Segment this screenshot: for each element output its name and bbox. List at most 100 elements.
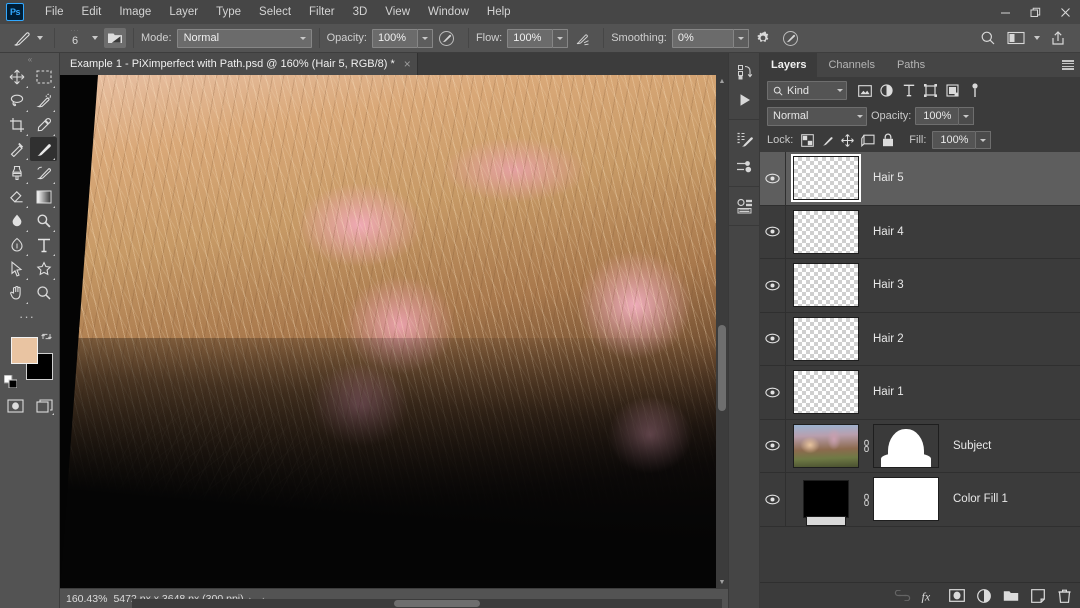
brush-tool[interactable] <box>30 137 57 161</box>
new-layer-icon[interactable] <box>1028 586 1047 605</box>
screen-mode-icon[interactable] <box>32 396 56 416</box>
layer-mask-thumbnail[interactable] <box>873 423 939 468</box>
layer-opacity-chevron-down-icon[interactable] <box>959 107 975 125</box>
blur-tool[interactable] <box>3 209 30 233</box>
workspace-switcher-icon[interactable] <box>1005 27 1027 49</box>
edit-toolbar-more-icon[interactable]: ··· <box>0 305 54 327</box>
minimize-button[interactable] <box>990 0 1020 24</box>
actions-play-icon[interactable] <box>729 86 761 114</box>
layer-thumbnail[interactable] <box>793 263 859 308</box>
layer-thumbnail-cell[interactable] <box>786 477 939 527</box>
layer-fill-input[interactable]: 100% <box>932 131 977 149</box>
gradient-tool[interactable] <box>30 185 57 209</box>
zoom-level[interactable]: 160.43% <box>60 593 107 605</box>
canvas-horizontal-scrollbar[interactable] <box>132 599 722 608</box>
blend-mode-select[interactable]: Normal <box>176 28 312 48</box>
menu-select[interactable]: Select <box>250 1 300 23</box>
layer-thumbnail-cell[interactable] <box>786 370 859 415</box>
brush-settings-icon[interactable] <box>729 125 761 153</box>
move-tool[interactable] <box>3 65 30 89</box>
swap-colors-icon[interactable] <box>41 331 52 342</box>
layer-visibility-toggle[interactable] <box>760 472 786 526</box>
opacity-input[interactable]: 100% <box>371 28 418 48</box>
brush-size-field[interactable]: ··· 6 <box>62 27 88 49</box>
new-adjustment-layer-icon[interactable] <box>974 586 993 605</box>
layer-name[interactable]: Hair 2 <box>859 333 1080 345</box>
pressure-controls-size-icon[interactable] <box>780 27 802 49</box>
layer-visibility-toggle[interactable] <box>760 152 786 205</box>
quick-selection-tool[interactable] <box>30 89 57 113</box>
table-row[interactable]: Subject <box>760 419 1080 473</box>
opacity-control[interactable]: 100% <box>371 28 433 48</box>
layer-visibility-toggle[interactable] <box>760 365 786 419</box>
table-row[interactable]: Hair 1 <box>760 365 1080 420</box>
brush-tool-icon[interactable] <box>9 28 33 48</box>
path-selection-tool[interactable] <box>3 257 30 281</box>
filter-shape-layers-icon[interactable] <box>921 81 940 100</box>
layer-name[interactable]: Hair 3 <box>859 279 1080 291</box>
layer-thumbnail[interactable] <box>793 423 859 468</box>
lock-artboard-nesting-icon[interactable] <box>859 132 876 149</box>
gear-icon[interactable] <box>752 27 774 49</box>
menu-help[interactable]: Help <box>478 1 520 23</box>
layer-name[interactable]: Hair 1 <box>859 386 1080 398</box>
eyedropper-tool[interactable] <box>30 113 57 137</box>
close-icon[interactable]: × <box>404 58 411 70</box>
lock-all-icon[interactable] <box>879 132 896 149</box>
default-colors-icon[interactable] <box>4 375 17 388</box>
layer-name[interactable]: Color Fill 1 <box>939 493 1080 505</box>
history-brush-tool[interactable] <box>30 161 57 185</box>
crop-tool[interactable] <box>3 113 30 137</box>
layer-thumbnail-cell[interactable] <box>786 209 859 254</box>
layer-thumbnail-cell[interactable] <box>786 316 859 361</box>
menu-image[interactable]: Image <box>110 1 160 23</box>
layer-visibility-toggle[interactable] <box>760 419 786 473</box>
layer-thumbnail-cell[interactable] <box>786 263 859 308</box>
layer-style-fx-icon[interactable]: fx <box>920 586 939 605</box>
share-icon[interactable] <box>1047 27 1069 49</box>
lock-position-icon[interactable] <box>839 132 856 149</box>
pen-tool[interactable] <box>3 233 30 257</box>
restore-button[interactable] <box>1020 0 1050 24</box>
tab-paths[interactable]: Paths <box>886 53 936 77</box>
brush-preset-picker-icon[interactable] <box>104 28 126 48</box>
layer-visibility-toggle[interactable] <box>760 205 786 259</box>
healing-brush-tool[interactable] <box>3 137 30 161</box>
search-icon[interactable] <box>977 27 999 49</box>
vertical-scrollbar-thumb[interactable] <box>718 325 726 411</box>
opacity-chevron-down-icon[interactable] <box>417 28 433 48</box>
hand-tool[interactable] <box>3 281 30 305</box>
menu-window[interactable]: Window <box>419 1 478 23</box>
layer-thumbnail-cell[interactable] <box>786 154 861 203</box>
history-panel-icon[interactable] <box>729 58 761 86</box>
flow-input[interactable]: 100% <box>507 28 554 48</box>
flow-control[interactable]: 100% <box>507 28 569 48</box>
delete-layer-icon[interactable] <box>1055 586 1074 605</box>
layer-name[interactable]: Hair 4 <box>859 226 1080 238</box>
airbrush-icon[interactable] <box>571 27 593 49</box>
scroll-down-arrow-icon[interactable]: ▼ <box>716 576 728 588</box>
layer-opacity-input[interactable]: 100% <box>915 107 960 125</box>
filter-kind-select[interactable]: Kind <box>767 81 847 100</box>
document-canvas[interactable] <box>60 75 716 588</box>
mask-link-icon[interactable] <box>859 439 873 453</box>
layers-list[interactable]: Hair 5 Hair 4 Hair 3 Hair 2 Hair 1 Subje… <box>760 152 1080 582</box>
panel-menu-icon[interactable] <box>1062 60 1074 70</box>
scroll-up-arrow-icon[interactable]: ▲ <box>716 75 728 87</box>
menu-file[interactable]: File <box>36 1 73 23</box>
mask-link-icon[interactable] <box>859 493 873 506</box>
tab-channels[interactable]: Channels <box>817 53 885 77</box>
canvas-area[interactable]: ▲ ▼ <box>60 75 728 588</box>
clone-stamp-tool[interactable] <box>3 161 30 185</box>
layer-thumbnail-cell[interactable] <box>786 423 939 468</box>
horizontal-type-tool[interactable] <box>30 233 57 257</box>
tools-panel-collapse-handle[interactable]: « <box>0 53 59 65</box>
layer-thumbnail[interactable] <box>803 480 849 527</box>
layer-name[interactable]: Hair 5 <box>859 172 1080 184</box>
filter-type-layers-icon[interactable] <box>899 81 918 100</box>
smoothing-input[interactable]: 0% <box>671 28 734 48</box>
table-row[interactable]: Hair 4 <box>760 205 1080 259</box>
layer-visibility-toggle[interactable] <box>760 258 786 312</box>
properties-panel-icon[interactable] <box>729 192 761 220</box>
brush-preset-chevron-down-icon[interactable] <box>37 36 43 40</box>
